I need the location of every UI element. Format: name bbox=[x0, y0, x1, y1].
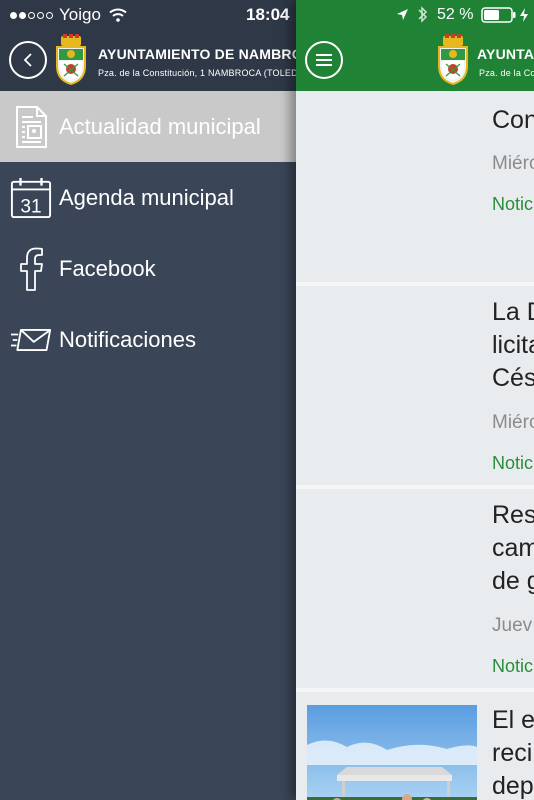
menu-item-label: Notificaciones bbox=[59, 326, 196, 352]
news-date: Miérc bbox=[492, 412, 534, 433]
wifi-icon bbox=[109, 8, 127, 22]
news-title: reci bbox=[492, 739, 533, 767]
side-drawer: Yoigo 18:04 AYUNTAMIENTO DE NAMBR Pza. d… bbox=[0, 0, 296, 800]
clock: 18:04 bbox=[246, 5, 290, 24]
news-title: Con bbox=[492, 106, 534, 134]
news-title: La D bbox=[492, 298, 534, 326]
header-subtitle: Pza. de la Constitución, 1 NAMBROCA (TOL… bbox=[98, 68, 296, 78]
chevron-left-icon bbox=[23, 53, 32, 67]
charging-bolt-icon bbox=[520, 8, 528, 22]
menu-item-actualidad[interactable]: Actualidad municipal bbox=[0, 91, 296, 162]
drawer-header: AYUNTAMIENTO DE NAMBROCA Pza. de la Cons… bbox=[0, 30, 296, 91]
news-item[interactable]: Res cam de g Juev Notic bbox=[296, 489, 534, 692]
news-item[interactable]: Con Miérc Notic bbox=[296, 91, 534, 286]
hamburger-icon bbox=[316, 54, 332, 56]
calendar-icon: 31 bbox=[10, 175, 52, 221]
news-category: Notic bbox=[492, 194, 534, 214]
menu-item-agenda[interactable]: 31 Agenda municipal bbox=[0, 162, 296, 233]
main-content-panel[interactable]: 52 % AYUNTA Pza. de la Co Con Miérc Noti… bbox=[296, 0, 534, 800]
status-bar: Yoigo 18:04 bbox=[0, 0, 296, 30]
news-thumbnail bbox=[307, 705, 477, 800]
news-title: dep bbox=[492, 772, 534, 800]
menu-item-notificaciones[interactable]: Notificaciones bbox=[0, 304, 296, 375]
app-header: AYUNTAMIENTO DE NAMBROCA Pza. de la Cons… bbox=[296, 30, 534, 91]
drawer-menu: Actualidad municipal 31 Agenda municipal bbox=[0, 91, 296, 375]
app-screen: Yoigo 18:04 AYUNTAMIENTO DE NAMBR Pza. d… bbox=[0, 0, 534, 800]
back-button[interactable] bbox=[9, 41, 47, 79]
menu-item-label: Actualidad municipal bbox=[59, 113, 261, 139]
battery-percentage: 52 % bbox=[437, 6, 474, 23]
news-title: licita bbox=[492, 331, 534, 359]
news-title: Cés bbox=[492, 364, 534, 392]
status-bar-right: 52 % bbox=[296, 0, 534, 30]
menu-item-label: Agenda municipal bbox=[59, 184, 234, 210]
calendar-day: 31 bbox=[20, 196, 41, 217]
header-subtitle: Pza. de la Constitución, 1 bbox=[479, 68, 534, 78]
envelope-icon bbox=[10, 317, 52, 363]
location-arrow-icon bbox=[397, 9, 408, 20]
bluetooth-icon bbox=[418, 6, 428, 23]
town-crest-logo bbox=[438, 34, 468, 86]
news-item[interactable]: El e reci dep bbox=[296, 692, 534, 800]
document-icon bbox=[10, 104, 52, 150]
menu-item-facebook[interactable]: Facebook bbox=[0, 233, 296, 304]
menu-toggle-button[interactable] bbox=[305, 41, 343, 79]
news-category: Notic bbox=[492, 656, 534, 676]
news-date: Juev bbox=[492, 615, 533, 636]
header-title: AYUNTAMIENTO DE NAMBROCA bbox=[477, 46, 534, 62]
menu-item-label: Facebook bbox=[59, 255, 156, 281]
news-title: El e bbox=[492, 706, 534, 734]
news-item[interactable]: La D licita Cés Miérc Notic bbox=[296, 286, 534, 489]
town-crest-logo bbox=[56, 34, 86, 86]
news-title: Res bbox=[492, 501, 534, 529]
header-title: AYUNTAMIENTO DE NAMBROCA bbox=[98, 46, 296, 62]
carrier-name: Yoigo bbox=[59, 5, 101, 24]
facebook-icon bbox=[10, 246, 52, 292]
news-date: Miérc bbox=[492, 153, 534, 174]
news-title: de g bbox=[492, 567, 534, 595]
battery-icon bbox=[481, 7, 516, 23]
signal-strength-icon bbox=[10, 11, 53, 19]
news-title: cam bbox=[492, 534, 534, 562]
news-photo bbox=[307, 705, 477, 800]
news-category: Notic bbox=[492, 453, 534, 473]
